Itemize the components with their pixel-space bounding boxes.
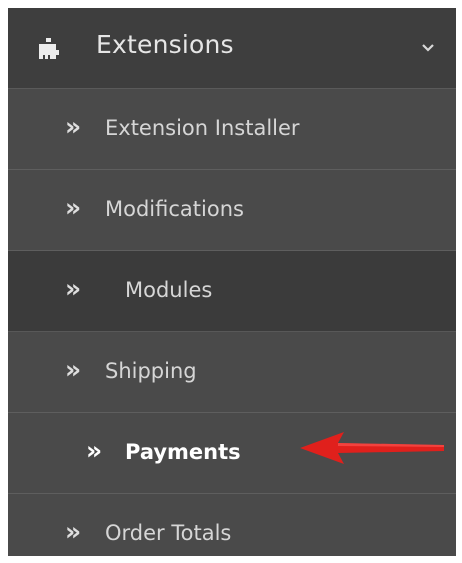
double-chevron-right-icon: » bbox=[65, 193, 82, 222]
menu-item-label: Shipping bbox=[105, 359, 197, 383]
sidebar-menu: Extensions » Extension Installer » Modif… bbox=[8, 8, 456, 556]
menu-item-label: Modules bbox=[125, 278, 213, 302]
chevron-down-icon[interactable] bbox=[418, 38, 438, 58]
puzzle-icon bbox=[39, 38, 59, 59]
menu-item-label: Modifications bbox=[105, 197, 244, 221]
double-chevron-right-icon: » bbox=[65, 274, 82, 303]
menu-item-extension-installer[interactable]: » Extension Installer bbox=[8, 89, 456, 170]
menu-item-label: Order Totals bbox=[105, 521, 232, 545]
red-arrow-annotation bbox=[300, 432, 444, 464]
menu-item-order-totals[interactable]: » Order Totals bbox=[8, 494, 456, 556]
double-chevron-right-icon: » bbox=[65, 355, 82, 384]
menu-item-label: Extension Installer bbox=[105, 116, 300, 140]
menu-item-modifications[interactable]: » Modifications bbox=[8, 170, 456, 251]
double-chevron-right-icon: » bbox=[65, 112, 82, 141]
menu-item-label: Payments bbox=[125, 440, 241, 464]
double-chevron-right-icon: » bbox=[86, 436, 103, 465]
menu-item-modules[interactable]: » Modules bbox=[8, 251, 456, 332]
double-chevron-right-icon: » bbox=[65, 517, 82, 546]
menu-item-shipping[interactable]: » Shipping bbox=[8, 332, 456, 413]
menu-header-extensions[interactable]: Extensions bbox=[8, 8, 456, 89]
menu-header-label: Extensions bbox=[96, 30, 234, 59]
